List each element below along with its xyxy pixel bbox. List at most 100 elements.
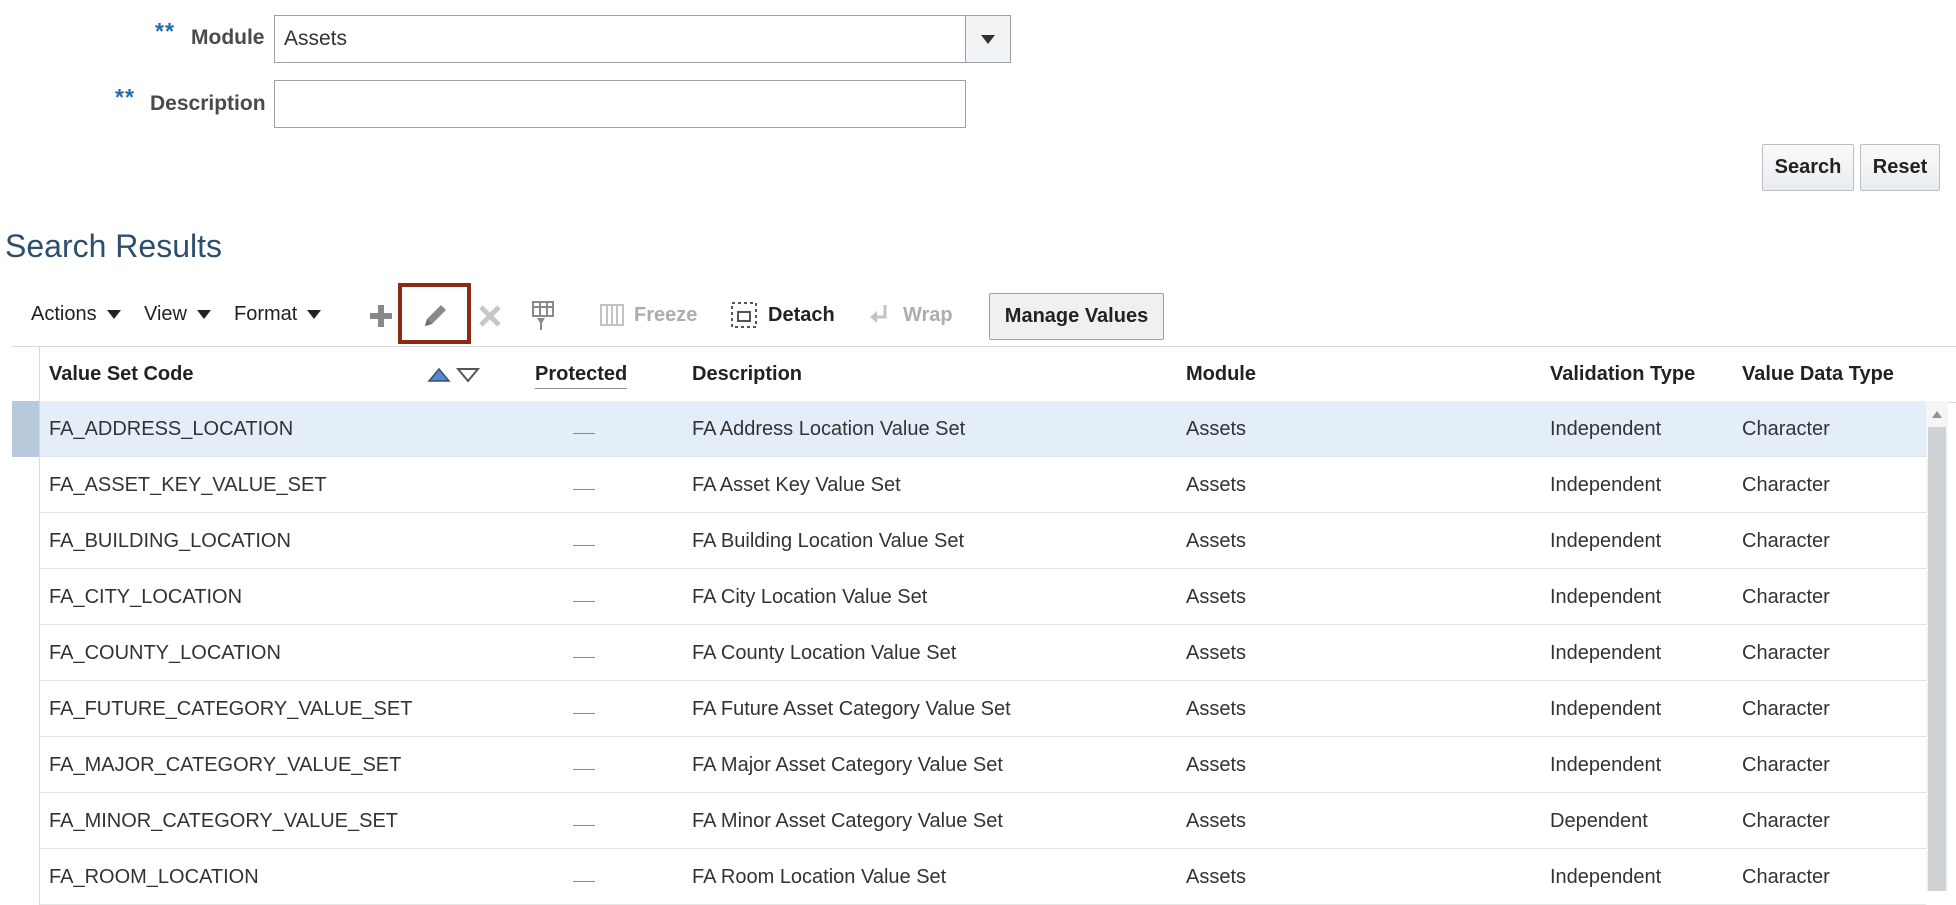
cell-module: Assets — [1186, 810, 1247, 832]
column-header-validation-type[interactable]: Validation Type — [1550, 363, 1695, 386]
protected-indicator — [573, 657, 595, 658]
table-row[interactable]: FA_BUILDING_LOCATION FA Building Location… — [40, 513, 1926, 569]
cell-value-data-type: Character — [1742, 698, 1830, 720]
column-header-protected[interactable]: Protected — [535, 363, 628, 389]
module-required-marker: ** — [155, 18, 175, 44]
cell-value-set-code: FA_FUTURE_CATEGORY_VALUE_SET — [49, 698, 413, 720]
detach-icon — [731, 302, 757, 328]
scrollbar-thumb[interactable] — [1928, 427, 1946, 891]
description-input[interactable] — [274, 80, 966, 128]
delete-button[interactable] — [475, 301, 505, 331]
freeze-icon — [600, 304, 624, 326]
row-header[interactable] — [12, 849, 40, 905]
table-row[interactable]: FA_FUTURE_CATEGORY_VALUE_SET FA Future As… — [40, 681, 1926, 737]
table-row[interactable]: FA_CITY_LOCATION FA City Location Value S… — [40, 569, 1926, 625]
chevron-down-icon — [981, 34, 995, 44]
protected-indicator — [573, 489, 595, 490]
protected-indicator — [573, 601, 595, 602]
cell-value-set-code: FA_MINOR_CATEGORY_VALUE_SET — [49, 810, 398, 832]
row-header[interactable] — [12, 681, 40, 737]
cell-description: FA Minor Asset Category Value Set — [692, 810, 1003, 832]
add-row-button[interactable] — [366, 301, 396, 331]
cell-description: FA Room Location Value Set — [692, 866, 947, 888]
cell-validation-type: Independent — [1550, 642, 1662, 664]
module-select[interactable]: Assets — [274, 15, 966, 63]
wrap-icon — [870, 305, 887, 323]
detach-label: Detach — [768, 303, 835, 326]
cell-value-data-type: Character — [1742, 530, 1830, 552]
scroll-up-icon — [1932, 411, 1942, 418]
cell-description: FA Building Location Value Set — [692, 530, 965, 552]
cell-validation-type: Independent — [1550, 474, 1662, 496]
search-button[interactable]: Search — [1762, 144, 1854, 191]
view-menu-label: View — [144, 303, 187, 325]
table-row[interactable]: FA_COUNTY_LOCATION FA County Location Val… — [40, 625, 1926, 681]
table-row[interactable]: FA_MAJOR_CATEGORY_VALUE_SET FA Major Asse… — [40, 737, 1926, 793]
module-dropdown-button[interactable] — [965, 15, 1011, 63]
cell-validation-type: Independent — [1550, 530, 1662, 552]
table-row[interactable]: FA_ROOM_LOCATION FA Room Location Value S… — [40, 849, 1926, 905]
cell-value-data-type: Character — [1742, 754, 1830, 776]
cell-module: Assets — [1186, 530, 1247, 552]
cell-value-data-type: Character — [1742, 866, 1830, 888]
table-row[interactable]: FA_ADDRESS_LOCATION FA Address Location V… — [40, 401, 1926, 457]
row-header[interactable] — [12, 625, 40, 681]
row-header[interactable] — [12, 793, 40, 849]
column-header-value-data-type[interactable]: Value Data Type — [1742, 363, 1894, 386]
query-by-example-icon — [532, 301, 554, 330]
search-results-title: Search Results — [5, 228, 222, 264]
cell-module: Assets — [1186, 698, 1247, 720]
cell-validation-type: Independent — [1550, 418, 1662, 440]
protected-indicator — [573, 713, 595, 714]
table-row[interactable]: FA_ASSET_KEY_VALUE_SET FA Asset Key Value… — [40, 457, 1926, 513]
cell-validation-type: Dependent — [1550, 810, 1648, 832]
description-required-marker: ** — [115, 84, 135, 110]
sort-descending-icon — [455, 368, 481, 383]
cell-description: FA Major Asset Category Value Set — [692, 754, 1003, 776]
cell-validation-type: Independent — [1550, 586, 1662, 608]
freeze-button[interactable]: Freeze — [600, 303, 697, 327]
cell-value-data-type: Character — [1742, 418, 1830, 440]
view-menu[interactable]: View — [144, 303, 211, 326]
manage-values-button[interactable]: Manage Values — [989, 293, 1164, 340]
sort-ascending-button[interactable] — [427, 366, 451, 384]
cell-value-set-code: FA_COUNTY_LOCATION — [49, 642, 281, 664]
actions-menu-label: Actions — [31, 303, 97, 325]
cell-value-set-code: FA_MAJOR_CATEGORY_VALUE_SET — [49, 754, 402, 776]
cell-description: FA City Location Value Set — [692, 586, 928, 608]
row-header[interactable] — [12, 457, 40, 513]
cell-value-set-code: FA_BUILDING_LOCATION — [49, 530, 291, 552]
vertical-scrollbar[interactable] — [1926, 401, 1948, 891]
cell-value-data-type: Character — [1742, 586, 1830, 608]
column-header-module[interactable]: Module — [1186, 363, 1256, 386]
column-header-value-set-code[interactable]: Value Set Code — [49, 363, 194, 386]
detach-button[interactable]: Detach — [730, 301, 835, 329]
reset-button[interactable]: Reset — [1860, 144, 1940, 191]
sort-descending-button[interactable] — [455, 366, 481, 384]
edit-button[interactable] — [418, 299, 452, 333]
cell-value-set-code: FA_ASSET_KEY_VALUE_SET — [49, 474, 327, 496]
row-header[interactable] — [12, 401, 40, 457]
column-header-description[interactable]: Description — [692, 363, 802, 386]
description-label: Description — [150, 92, 266, 115]
query-by-example-button[interactable] — [527, 299, 559, 333]
cell-module: Assets — [1186, 474, 1247, 496]
module-label: Module — [191, 26, 265, 49]
row-header[interactable] — [12, 513, 40, 569]
row-header[interactable] — [12, 737, 40, 793]
x-icon — [479, 305, 501, 327]
cell-description: FA Asset Key Value Set — [692, 474, 901, 496]
cell-value-set-code: FA_CITY_LOCATION — [49, 586, 243, 608]
cell-validation-type: Independent — [1550, 866, 1662, 888]
cell-validation-type: Independent — [1550, 754, 1662, 776]
actions-menu[interactable]: Actions — [31, 303, 121, 326]
format-menu[interactable]: Format — [234, 303, 322, 326]
format-menu-label: Format — [234, 303, 298, 325]
cell-module: Assets — [1186, 586, 1247, 608]
row-header[interactable] — [12, 569, 40, 625]
cell-value-data-type: Character — [1742, 810, 1830, 832]
table-row[interactable]: FA_MINOR_CATEGORY_VALUE_SET FA Minor Asse… — [40, 793, 1926, 849]
chevron-down-icon — [106, 310, 121, 319]
sort-ascending-icon — [427, 367, 451, 382]
wrap-button[interactable]: Wrap — [867, 302, 953, 328]
